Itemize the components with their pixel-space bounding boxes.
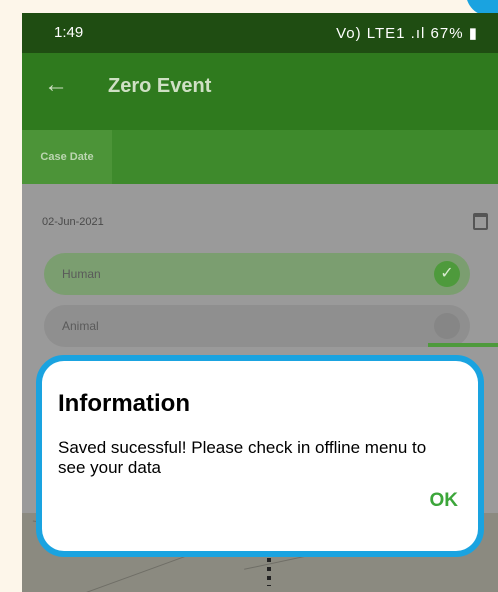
dialog-message: Saved sucessful! Please check in offline… [58,438,427,477]
calendar-icon[interactable] [473,213,488,230]
option-edge [428,343,498,347]
option-animal[interactable]: Animal [44,305,470,347]
arrow-left-icon[interactable]: ← [44,71,68,99]
app-bar: ← Zero Event [22,53,498,130]
page-title: Zero Event [108,75,212,97]
option-human[interactable]: Human ✓ [44,253,470,295]
date-value[interactable]: 02-Jun-2021 [42,216,104,228]
dialog-title: Information [58,390,190,417]
information-dialog: Information Saved sucessful! Please chec… [36,355,484,557]
dialog-body: Information Saved sucessful! Please chec… [42,361,478,551]
option-label: Animal [62,319,99,333]
battery-percent: 67% [430,25,464,42]
ok-button[interactable]: OK [430,490,459,512]
option-label: Human [62,267,101,281]
battery-icon: ▮ [468,25,478,42]
status-time: 1:49 [54,24,84,41]
status-bar: 1:49 Vo) LTE1 .ıl 67% ▮ [22,13,498,53]
tab-case-date[interactable]: Case Date [22,130,112,184]
signal-icons: Vo) LTE1 .ıl [336,25,426,42]
unchecked-circle-icon [434,313,460,339]
check-icon: ✓ [434,261,460,287]
map-marker-line [267,558,271,586]
status-icons: Vo) LTE1 .ıl 67% ▮ [336,24,478,42]
tab-bar: Case Date [22,130,498,184]
